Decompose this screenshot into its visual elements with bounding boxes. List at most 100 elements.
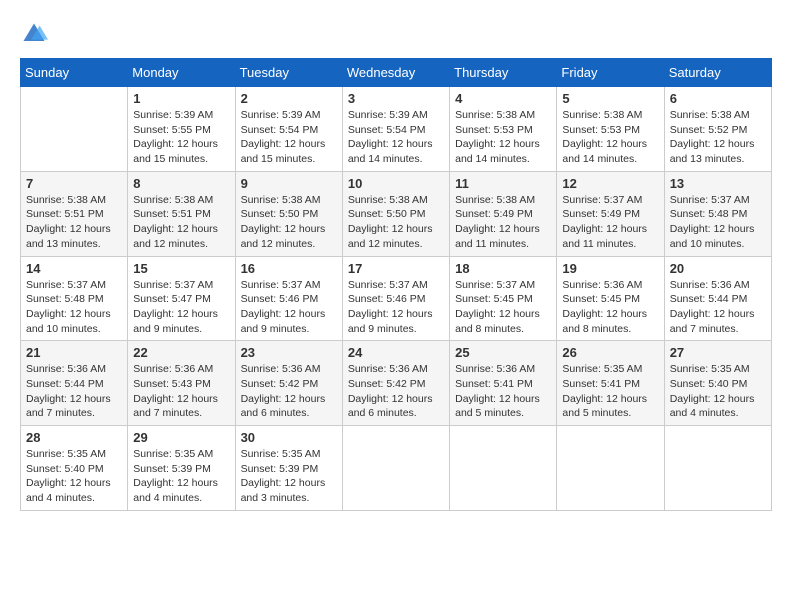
day-info: Sunrise: 5:36 AM Sunset: 5:43 PM Dayligh… [133,362,229,421]
calendar-cell: 10Sunrise: 5:38 AM Sunset: 5:50 PM Dayli… [342,171,449,256]
day-number: 5 [562,91,658,106]
day-number: 7 [26,176,122,191]
calendar-cell [342,426,449,511]
calendar-cell: 26 Sunrise: 5:35 AM Sunset: 5:41 PM Dayli… [557,341,664,426]
calendar-cell: 14Sunrise: 5:37 AM Sunset: 5:48 PM Dayli… [21,256,128,341]
calendar-header-row: SundayMondayTuesdayWednesdayThursdayFrid… [21,59,772,87]
day-info: Sunrise: 5:39 AM Sunset: 5:55 PM Dayligh… [133,108,229,167]
day-number: 13 [670,176,766,191]
day-info: Sunrise: 5:37 AM Sunset: 5:48 PM Dayligh… [670,193,766,252]
day-info: Sunrise: 5:35 AM Sunset: 5:39 PM Dayligh… [133,447,229,506]
day-info: Sunrise: 5:38 AM Sunset: 5:51 PM Dayligh… [26,193,122,252]
day-info: Sunrise: 5:39 AM Sunset: 5:54 PM Dayligh… [241,108,337,167]
day-number: 20 [670,261,766,276]
day-number: 30 [241,430,337,445]
calendar-week-2: 7 Sunrise: 5:38 AM Sunset: 5:51 PM Daylig… [21,171,772,256]
day-number: 21 [26,345,122,360]
calendar-cell: 11 Sunrise: 5:38 AM Sunset: 5:49 PM Dayli… [450,171,557,256]
day-number: 18 [455,261,551,276]
calendar-week-1: 1 Sunrise: 5:39 AM Sunset: 5:55 PM Daylig… [21,87,772,172]
day-info: Sunrise: 5:38 AM Sunset: 5:53 PM Dayligh… [562,108,658,167]
day-number: 24 [348,345,444,360]
calendar-cell: 4 Sunrise: 5:38 AM Sunset: 5:53 PM Daylig… [450,87,557,172]
day-number: 28 [26,430,122,445]
calendar-cell: 18Sunrise: 5:37 AM Sunset: 5:45 PM Dayli… [450,256,557,341]
calendar-cell: 15 Sunrise: 5:37 AM Sunset: 5:47 PM Dayli… [128,256,235,341]
day-info: Sunrise: 5:37 AM Sunset: 5:46 PM Dayligh… [241,278,337,337]
calendar-cell: 22 Sunrise: 5:36 AM Sunset: 5:43 PM Dayli… [128,341,235,426]
calendar-header-tuesday: Tuesday [235,59,342,87]
calendar-cell: 13 Sunrise: 5:37 AM Sunset: 5:48 PM Dayli… [664,171,771,256]
day-number: 15 [133,261,229,276]
day-number: 14 [26,261,122,276]
logo [20,20,52,48]
day-info: Sunrise: 5:38 AM Sunset: 5:50 PM Dayligh… [241,193,337,252]
day-info: Sunrise: 5:35 AM Sunset: 5:41 PM Dayligh… [562,362,658,421]
calendar-cell: 27Sunrise: 5:35 AM Sunset: 5:40 PM Dayli… [664,341,771,426]
day-info: Sunrise: 5:35 AM Sunset: 5:40 PM Dayligh… [26,447,122,506]
calendar-cell: 3 Sunrise: 5:39 AM Sunset: 5:54 PM Daylig… [342,87,449,172]
day-info: Sunrise: 5:36 AM Sunset: 5:44 PM Dayligh… [26,362,122,421]
calendar-cell: 12Sunrise: 5:37 AM Sunset: 5:49 PM Dayli… [557,171,664,256]
day-number: 22 [133,345,229,360]
calendar-cell: 23Sunrise: 5:36 AM Sunset: 5:42 PM Dayli… [235,341,342,426]
calendar-header-thursday: Thursday [450,59,557,87]
day-info: Sunrise: 5:38 AM Sunset: 5:52 PM Dayligh… [670,108,766,167]
day-info: Sunrise: 5:38 AM Sunset: 5:53 PM Dayligh… [455,108,551,167]
calendar-cell: 21 Sunrise: 5:36 AM Sunset: 5:44 PM Dayli… [21,341,128,426]
day-number: 3 [348,91,444,106]
day-number: 4 [455,91,551,106]
day-info: Sunrise: 5:36 AM Sunset: 5:41 PM Dayligh… [455,362,551,421]
day-number: 23 [241,345,337,360]
calendar-body: 1 Sunrise: 5:39 AM Sunset: 5:55 PM Daylig… [21,87,772,511]
calendar-header-monday: Monday [128,59,235,87]
calendar-week-3: 14Sunrise: 5:37 AM Sunset: 5:48 PM Dayli… [21,256,772,341]
day-number: 26 [562,345,658,360]
day-info: Sunrise: 5:38 AM Sunset: 5:49 PM Dayligh… [455,193,551,252]
day-number: 2 [241,91,337,106]
calendar-cell: 17Sunrise: 5:37 AM Sunset: 5:46 PM Dayli… [342,256,449,341]
calendar-cell: 25 Sunrise: 5:36 AM Sunset: 5:41 PM Dayli… [450,341,557,426]
day-info: Sunrise: 5:35 AM Sunset: 5:39 PM Dayligh… [241,447,337,506]
day-number: 9 [241,176,337,191]
day-number: 8 [133,176,229,191]
calendar-cell: 24 Sunrise: 5:36 AM Sunset: 5:42 PM Dayli… [342,341,449,426]
day-info: Sunrise: 5:39 AM Sunset: 5:54 PM Dayligh… [348,108,444,167]
day-info: Sunrise: 5:37 AM Sunset: 5:47 PM Dayligh… [133,278,229,337]
day-number: 19 [562,261,658,276]
calendar-cell: 16Sunrise: 5:37 AM Sunset: 5:46 PM Dayli… [235,256,342,341]
calendar-cell [450,426,557,511]
day-number: 1 [133,91,229,106]
calendar-header-wednesday: Wednesday [342,59,449,87]
calendar-cell: 1 Sunrise: 5:39 AM Sunset: 5:55 PM Daylig… [128,87,235,172]
day-info: Sunrise: 5:36 AM Sunset: 5:44 PM Dayligh… [670,278,766,337]
day-number: 17 [348,261,444,276]
calendar-cell: 29 Sunrise: 5:35 AM Sunset: 5:39 PM Dayli… [128,426,235,511]
calendar-cell [21,87,128,172]
calendar-cell: 9 Sunrise: 5:38 AM Sunset: 5:50 PM Daylig… [235,171,342,256]
calendar-header-sunday: Sunday [21,59,128,87]
calendar-week-5: 28 Sunrise: 5:35 AM Sunset: 5:40 PM Dayli… [21,426,772,511]
day-number: 10 [348,176,444,191]
calendar-cell: 20 Sunrise: 5:36 AM Sunset: 5:44 PM Dayli… [664,256,771,341]
logo-icon [20,20,48,48]
header [20,20,772,48]
calendar: SundayMondayTuesdayWednesdayThursdayFrid… [20,58,772,511]
calendar-cell: 6 Sunrise: 5:38 AM Sunset: 5:52 PM Daylig… [664,87,771,172]
day-number: 12 [562,176,658,191]
day-number: 11 [455,176,551,191]
day-number: 6 [670,91,766,106]
day-info: Sunrise: 5:36 AM Sunset: 5:42 PM Dayligh… [348,362,444,421]
calendar-cell: 28 Sunrise: 5:35 AM Sunset: 5:40 PM Dayli… [21,426,128,511]
calendar-cell [664,426,771,511]
calendar-cell: 30 Sunrise: 5:35 AM Sunset: 5:39 PM Dayli… [235,426,342,511]
calendar-cell: 7 Sunrise: 5:38 AM Sunset: 5:51 PM Daylig… [21,171,128,256]
calendar-header-saturday: Saturday [664,59,771,87]
calendar-cell: 8Sunrise: 5:38 AM Sunset: 5:51 PM Daylig… [128,171,235,256]
day-number: 27 [670,345,766,360]
calendar-cell: 19Sunrise: 5:36 AM Sunset: 5:45 PM Dayli… [557,256,664,341]
day-number: 25 [455,345,551,360]
calendar-cell [557,426,664,511]
day-number: 29 [133,430,229,445]
calendar-cell: 2 Sunrise: 5:39 AM Sunset: 5:54 PM Daylig… [235,87,342,172]
